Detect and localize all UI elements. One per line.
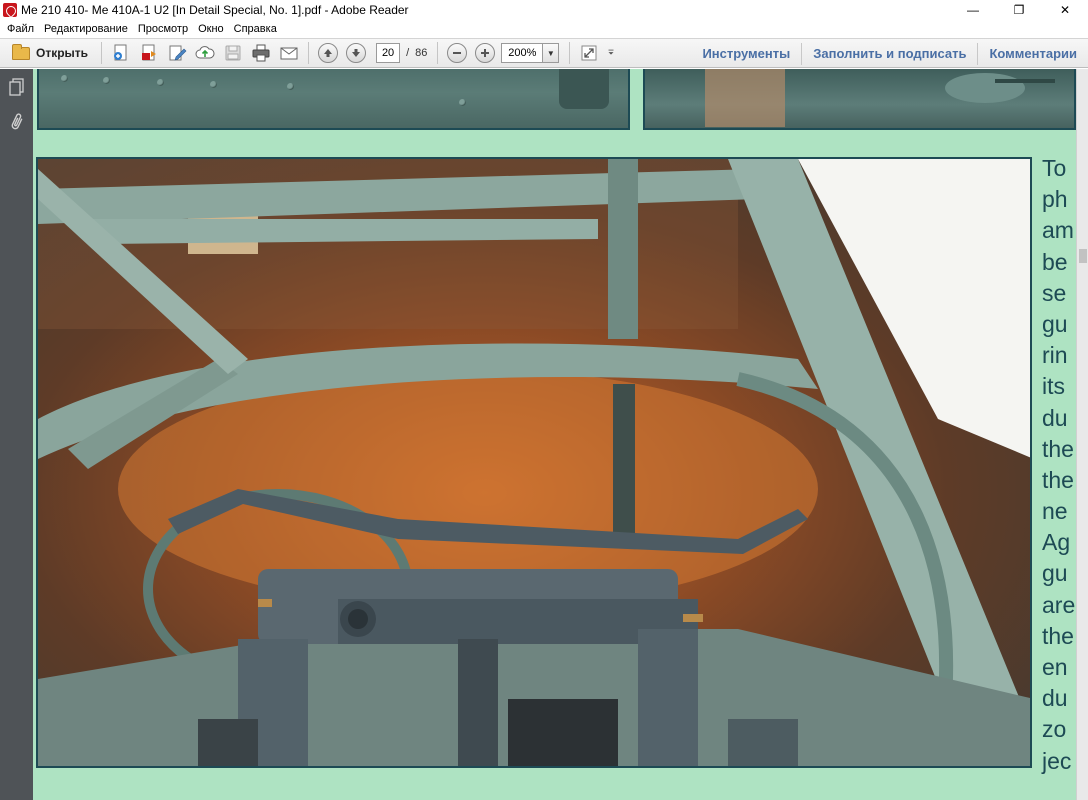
fill-sign-link[interactable]: Заполнить и подписать [802,39,977,69]
toolbar-separator [569,42,571,64]
text-line: du [1042,685,1068,712]
pages-icon[interactable] [8,77,25,97]
edit-icon[interactable] [165,41,189,65]
text-line: rin [1042,342,1068,369]
text-line: gu [1042,310,1068,337]
text-line: gu [1042,560,1068,587]
text-line: zo [1042,716,1067,743]
chevron-down-icon[interactable] [605,41,617,65]
save-icon[interactable] [221,41,245,65]
cloud-upload-icon[interactable] [193,41,217,65]
fit-page-icon[interactable] [577,41,601,65]
text-line: am [1042,217,1074,244]
open-button-label: Открыть [36,46,89,60]
folder-icon [12,43,30,60]
menu-window[interactable]: Окно [193,23,229,35]
text-line: du [1042,404,1068,431]
zoom-out-button[interactable] [447,43,468,63]
tools-link[interactable]: Инструменты [691,39,801,69]
title-bar: Me 210 410- Me 410A-1 U2 [In Detail Spec… [0,0,1088,20]
minimize-button[interactable]: — [950,0,996,20]
scrollbar-thumb[interactable] [1079,249,1087,263]
navigation-pane [0,69,33,800]
toolbar-separator [437,42,439,64]
paperclip-icon[interactable] [8,112,25,132]
menu-help[interactable]: Справка [229,23,282,35]
document-view[interactable]: To ph am be se gu rin its du the the ne … [33,69,1076,800]
plus-icon [481,49,490,57]
adobe-reader-icon [3,3,17,17]
text-line: be [1042,248,1068,275]
page-separator: / [406,47,410,59]
zoom-value: 200% [508,47,537,59]
email-icon[interactable] [277,41,301,65]
photo-top-left [37,69,630,130]
text-line: the [1042,435,1074,462]
create-pdf-icon[interactable] [109,41,133,65]
photo-top-right [643,69,1076,130]
print-icon[interactable] [249,41,273,65]
prev-page-button[interactable] [318,43,339,63]
next-page-button[interactable] [346,43,367,63]
window-controls: — ❐ ✕ [950,0,1088,20]
vertical-scrollbar[interactable] [1076,69,1088,800]
page-number-input[interactable]: 20 [376,43,401,63]
text-line: its [1042,373,1065,400]
text-line: en [1042,654,1068,680]
text-line: the [1042,466,1074,493]
article-text-column: To ph am be se gu rin its du the the ne … [1042,153,1076,777]
minus-icon [453,52,462,54]
task-pane-links: Инструменты Заполнить и подписать Коммен… [691,39,1088,69]
text-line: ph [1042,186,1068,213]
comments-link[interactable]: Комментарии [978,39,1088,69]
toolbar-separator [308,42,310,64]
menu-view[interactable]: Просмотр [133,23,193,35]
export-pdf-icon[interactable] [137,41,161,65]
toolbar: Открыть 20 / 86 200% ▼ Инструменты Запол… [0,38,1088,68]
text-line: Ag [1042,529,1071,556]
window-title: Me 210 410- Me 410A-1 U2 [In Detail Spec… [21,3,409,17]
text-line: ne [1042,498,1068,525]
arrow-up-icon [324,49,333,57]
close-button[interactable]: ✕ [1042,0,1088,20]
menu-bar: Файл Редактирование Просмотр Окно Справк… [0,20,1088,38]
text-line: are [1042,591,1076,618]
text-line: the [1042,622,1074,649]
toolbar-separator [101,42,103,64]
zoom-select[interactable]: 200% ▼ [501,43,560,63]
page-total: 86 [415,47,428,59]
menu-edit[interactable]: Редактирование [39,23,133,35]
text-line: jec [1042,747,1072,774]
cockpit-photo [36,157,1032,768]
zoom-in-button[interactable] [475,43,496,63]
text-line: se [1042,279,1067,306]
arrow-down-icon [352,49,361,57]
text-line: To [1042,155,1067,181]
chevron-down-icon[interactable]: ▼ [542,44,559,62]
menu-file[interactable]: Файл [2,23,39,35]
restore-button[interactable]: ❐ [996,0,1042,20]
open-button[interactable]: Открыть [4,41,96,65]
